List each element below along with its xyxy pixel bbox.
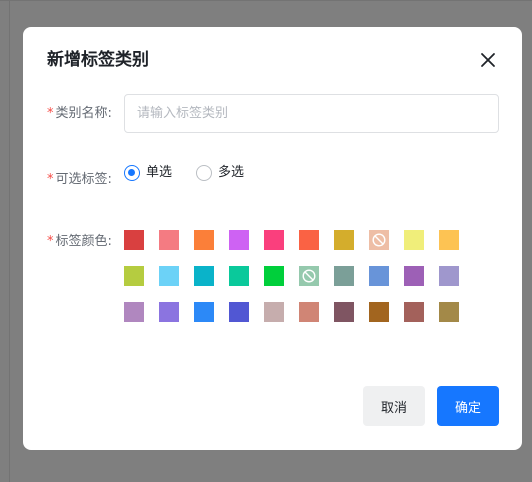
radio-multiple[interactable]: 多选 [196, 164, 244, 182]
color-swatch[interactable] [159, 230, 179, 250]
color-swatch[interactable] [334, 230, 354, 250]
background-divider [9, 0, 10, 482]
required-mark: * [47, 234, 54, 249]
color-swatch[interactable] [159, 302, 179, 322]
radio-multiple-circle[interactable] [196, 165, 212, 181]
confirm-button[interactable]: 确定 [437, 386, 499, 426]
color-swatch[interactable] [439, 266, 459, 286]
color-swatch[interactable] [264, 302, 284, 322]
color-swatch[interactable] [439, 230, 459, 250]
color-swatch[interactable] [229, 302, 249, 322]
radio-single[interactable]: 单选 [124, 164, 172, 182]
color-swatch[interactable] [369, 230, 389, 250]
selectable-tags-label-text: 可选标签: [55, 172, 112, 187]
category-name-label: * 类别名称: [47, 105, 112, 123]
color-swatch[interactable] [229, 266, 249, 286]
color-swatch[interactable] [194, 230, 214, 250]
color-swatch[interactable] [334, 266, 354, 286]
tag-color-label: * 标签颜色: [47, 233, 112, 251]
color-swatch[interactable] [194, 302, 214, 322]
color-swatch[interactable] [194, 266, 214, 286]
color-swatch[interactable] [404, 230, 424, 250]
close-icon[interactable] [479, 51, 497, 69]
radio-single-label: 单选 [146, 165, 173, 180]
color-swatch[interactable] [124, 302, 144, 322]
radio-single-circle[interactable] [124, 165, 140, 181]
add-tag-category-dialog: 新增标签类别 *类别名称: *可选标签: 单选 多选 *标签颜色: 取消 确定 [23, 27, 522, 450]
dialog-title: 新增标签类别 [47, 50, 149, 70]
color-swatch[interactable] [404, 302, 424, 322]
color-swatch[interactable] [439, 302, 459, 322]
cancel-button[interactable]: 取消 [363, 386, 425, 426]
required-mark: * [47, 106, 54, 121]
required-mark: * [47, 172, 54, 187]
radio-multiple-label: 多选 [218, 165, 245, 180]
color-swatch[interactable] [264, 230, 284, 250]
color-swatch[interactable] [334, 302, 354, 322]
category-name-input[interactable] [124, 94, 499, 133]
color-swatch-grid [124, 230, 484, 322]
background-top-edge [0, 0, 532, 1]
color-swatch[interactable] [124, 230, 144, 250]
color-swatch[interactable] [264, 266, 284, 286]
color-swatch[interactable] [299, 266, 319, 286]
color-swatch[interactable] [404, 266, 424, 286]
selectable-tags-label: * 可选标签: [47, 171, 112, 189]
color-swatch[interactable] [369, 302, 389, 322]
color-swatch[interactable] [369, 266, 389, 286]
tag-color-label-text: 标签颜色: [55, 234, 112, 249]
color-swatch[interactable] [159, 266, 179, 286]
color-swatch[interactable] [124, 266, 144, 286]
color-swatch[interactable] [299, 302, 319, 322]
color-swatch[interactable] [299, 230, 319, 250]
category-name-label-text: 类别名称: [55, 106, 112, 121]
color-swatch[interactable] [229, 230, 249, 250]
